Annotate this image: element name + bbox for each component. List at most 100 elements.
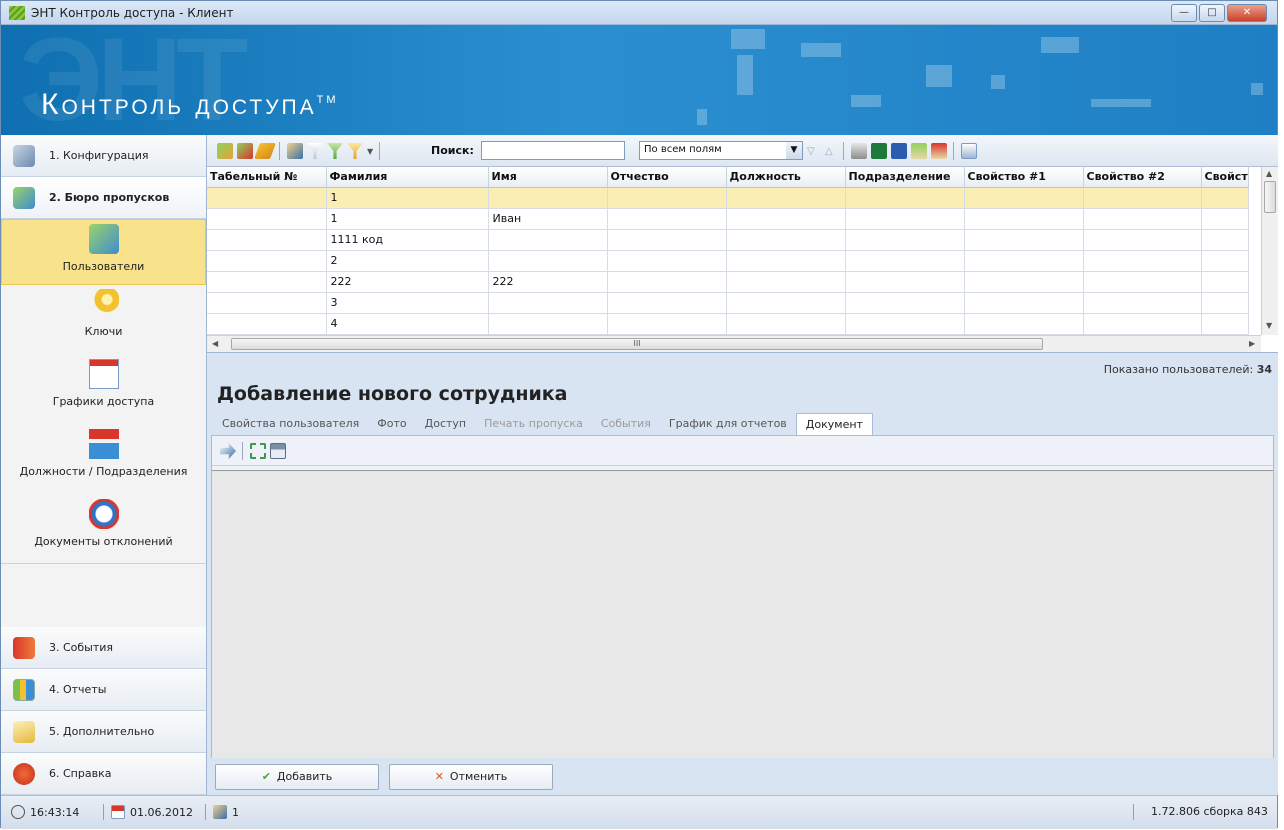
nav-section-configuration[interactable]: 1. Конфигурация [1,135,206,177]
add-user-icon[interactable] [217,143,233,159]
document-viewer-area[interactable] [212,470,1273,758]
wrench-icon [13,145,35,167]
filter-options-icon[interactable] [347,143,363,159]
column-header[interactable]: Имя [488,167,608,188]
table-row[interactable]: 2 [207,250,1249,272]
maximize-button[interactable]: □ [1199,4,1225,22]
save-icon[interactable] [270,443,286,459]
import-icon[interactable] [911,143,927,159]
filter-icon[interactable] [307,143,323,159]
nav-item-keys[interactable]: Ключи [1,289,206,355]
column-header[interactable]: Свойство #2 [1083,167,1202,188]
scroll-right-icon[interactable]: ▶ [1249,339,1255,348]
cancel-button[interactable]: ✕ Отменить [389,764,553,790]
search-label: Поиск: [431,144,474,157]
id-card-icon [13,187,35,209]
table-cell [845,313,965,335]
nav-item-users[interactable]: Пользователи [1,219,206,285]
table-cell [607,187,727,209]
nav-item-positions-departments[interactable]: Должности / Подразделения [1,429,206,495]
nav-section-label: 4. Отчеты [49,683,107,696]
status-version-value: 1.72.806 сборка 843 [1151,805,1268,818]
status-time: 16:43:14 [11,805,79,819]
tab-pass-print: Печать пропуска [484,417,583,430]
column-header[interactable]: Свойство #1 [964,167,1084,188]
nav-section-events[interactable]: 3. События [1,627,206,669]
find-previous-icon[interactable]: △ [825,146,833,157]
table-row[interactable]: 1111 код [207,229,1249,251]
vertical-scroll-thumb[interactable] [1264,181,1276,213]
table-row[interactable]: 1 Иван [207,208,1249,230]
nav-item-access-schedules[interactable]: Графики доступа [1,359,206,425]
tab-events: События [600,417,651,430]
app-banner: ЭНТ Контроль доступаTM [1,25,1277,135]
table-row[interactable]: 4 [207,313,1249,335]
table-cell [726,292,846,314]
app-logo-icon [9,6,25,20]
column-header[interactable]: Фамилия [326,167,489,188]
tab-access[interactable]: Доступ [416,413,475,435]
table-cell [726,313,846,335]
add-button[interactable]: ✔ Добавить [215,764,379,790]
scroll-left-icon[interactable]: ◀ [212,339,218,348]
column-header[interactable]: Табельный № [207,167,327,188]
tab-document[interactable]: Документ [795,413,873,435]
tab-user-properties[interactable]: Свойства пользователя [213,413,368,435]
column-header[interactable]: Свойст [1201,167,1249,188]
grid-vertical-scrollbar[interactable]: ▲ ▼ [1261,167,1278,335]
edit-pencil-icon[interactable] [254,143,276,159]
horizontal-scroll-thumb[interactable]: III [231,338,1043,350]
table-row[interactable]: 3 [207,292,1249,314]
remove-user-icon[interactable] [237,143,253,159]
calendar-grid-icon [88,359,119,389]
table-cell [845,292,965,314]
nav-section-additional[interactable]: 5. Дополнительно [1,711,206,753]
envelope-icon [13,721,35,743]
find-next-icon[interactable]: ▽ [807,146,815,157]
nav-section-reports[interactable]: 4. Отчеты [1,669,206,711]
table-cell: 222 [488,271,608,293]
scan-icon[interactable] [220,443,236,459]
user-properties-icon[interactable] [287,143,303,159]
nav-section-label: 6. Справка [49,767,112,780]
table-row[interactable]: 222 222 [207,271,1249,293]
users-table: Табельный № Фамилия Имя Отчество Должнос… [207,167,1249,335]
column-header[interactable]: Должность [726,167,846,188]
nav-section-label: 3. События [49,641,114,654]
bar-chart-icon [13,679,35,701]
chevron-down-icon[interactable]: ▼ [786,142,802,159]
scroll-down-icon[interactable]: ▼ [1266,321,1272,330]
grid-horizontal-scrollbar[interactable]: ◀ III ▶ [207,335,1261,352]
column-header[interactable]: Подразделение [845,167,965,188]
chevron-down-icon[interactable]: ▼ [367,147,373,156]
cross-icon: ✕ [434,770,444,783]
fit-to-window-icon[interactable] [250,443,266,459]
excel-export-icon[interactable] [871,143,887,159]
word-export-icon[interactable] [891,143,907,159]
table-cell [964,292,1084,314]
nav-section-help[interactable]: 6. Справка [1,753,206,795]
export-icon[interactable] [931,143,947,159]
tab-report-schedule[interactable]: График для отчетов [660,413,796,435]
nav-section-pass-office[interactable]: 2. Бюро пропусков [1,177,206,219]
close-button[interactable]: ✕ [1227,4,1267,22]
tab-photo[interactable]: Фото [368,413,415,435]
search-scope-select[interactable]: По всем полям ▼ [639,141,803,160]
minimize-button[interactable]: — [1171,4,1197,22]
filter-apply-icon[interactable] [327,143,343,159]
table-cell [607,208,727,230]
table-cell [964,271,1084,293]
table-cell: 1111 код [326,229,489,251]
title-bar[interactable]: ЭНТ Контроль доступа - Клиент — □ ✕ [1,1,1277,25]
table-cell: 2 [326,250,489,272]
search-input[interactable] [481,141,625,160]
print-icon[interactable] [851,143,867,159]
columns-settings-icon[interactable] [961,143,977,159]
table-cell [1083,271,1202,293]
banner-pixel-decor [991,75,1005,89]
column-header[interactable]: Отчество [607,167,727,188]
toolbar-separator [379,142,380,160]
table-row[interactable]: 1 [207,187,1249,209]
nav-item-deviation-documents[interactable]: Документы отклонений [1,499,206,565]
scroll-up-icon[interactable]: ▲ [1266,169,1272,178]
